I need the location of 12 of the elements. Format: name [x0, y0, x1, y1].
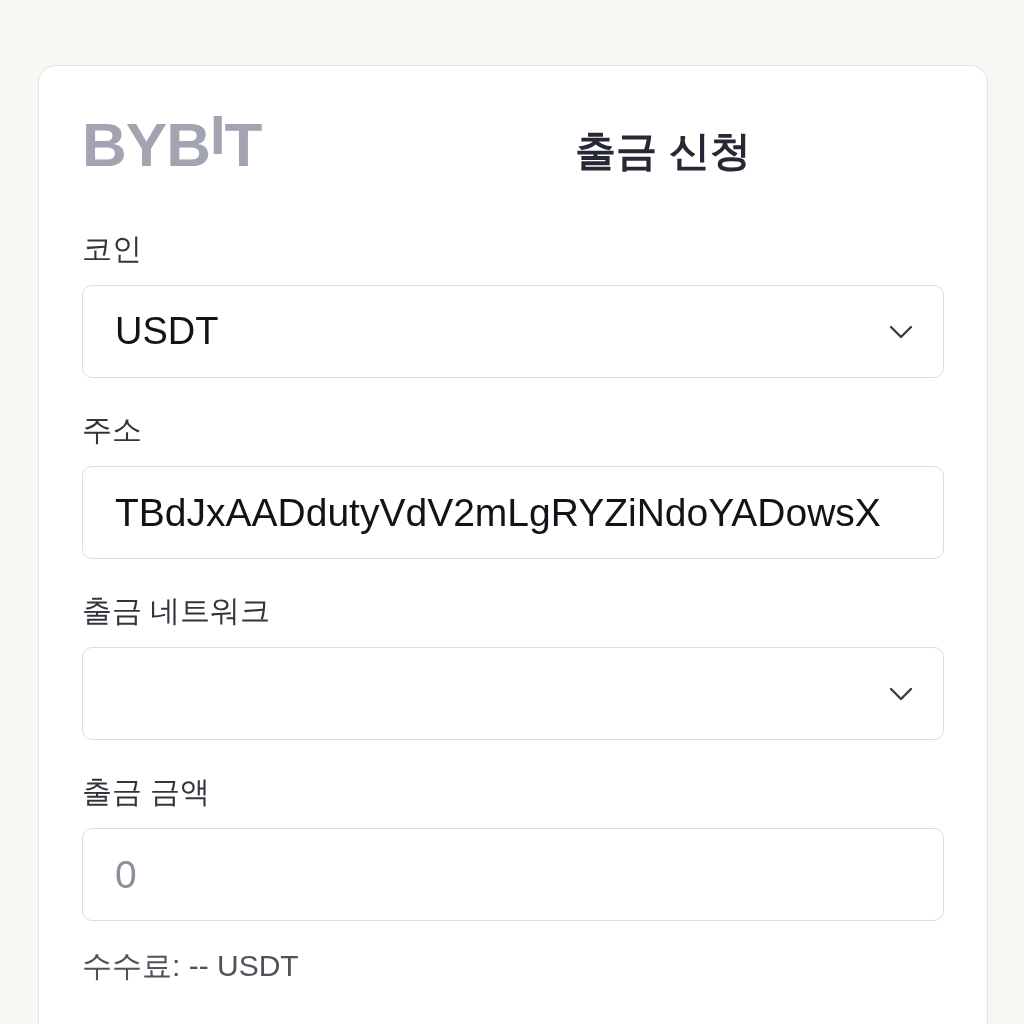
input-field[interactable]: 0: [82, 828, 944, 921]
chevron-down-icon: [889, 324, 913, 339]
page-title: 출금 신청: [575, 131, 751, 176]
chevron-down-icon: [889, 686, 913, 701]
field-label: 출금 금액: [82, 774, 212, 810]
field-label: 출금 네트워크: [82, 593, 272, 629]
dropdown[interactable]: USDT: [82, 285, 944, 378]
fee-note: 수수료: -- USDT: [82, 948, 300, 984]
field-label: 주소: [82, 412, 143, 448]
input-field[interactable]: TBdJxAADdutyVdV2mLgRYZiNdoYADowsX: [82, 466, 944, 559]
field-label: 코인: [82, 231, 143, 267]
dropdown[interactable]: [82, 647, 944, 740]
